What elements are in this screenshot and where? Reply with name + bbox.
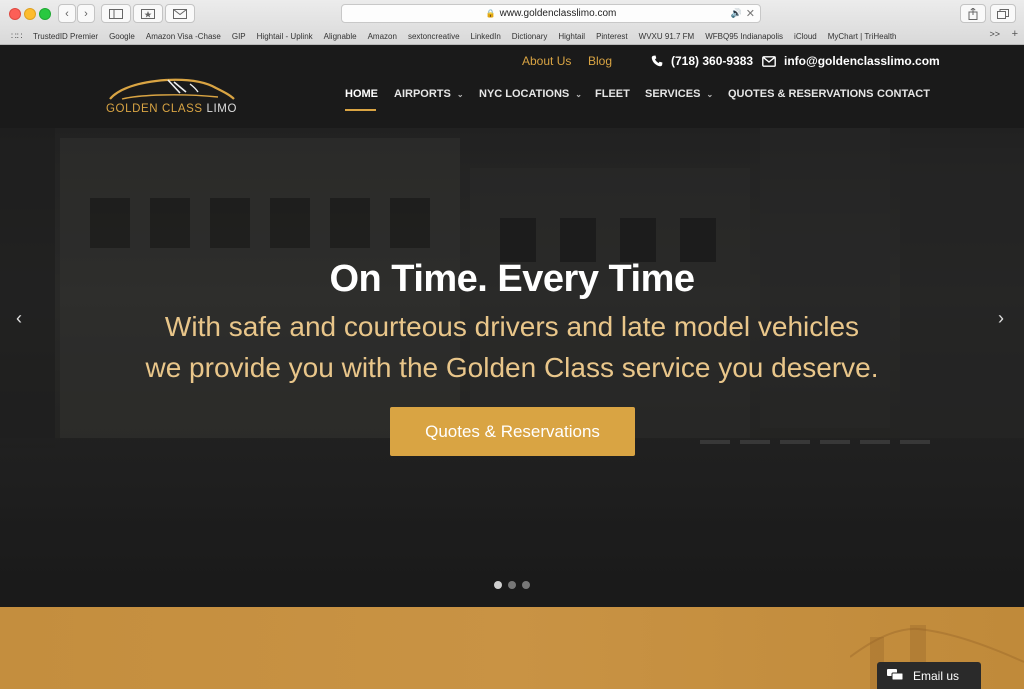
about-us-link[interactable]: About Us: [522, 54, 571, 68]
address-bar[interactable]: 🔒 www.goldenclasslimo.com 🔊 ✕: [341, 4, 761, 23]
bookmark-item[interactable]: WVXU 91.7 FM: [639, 32, 695, 41]
chevron-right-icon: ›: [84, 7, 88, 20]
nav-nyc-locations-label: NYC LOCATIONS: [479, 88, 570, 100]
hero-title: On Time. Every Time: [329, 258, 695, 300]
chevron-down-icon: ⌄: [456, 89, 464, 99]
site-header: About Us Blog (718) 360-9383 info@golden…: [0, 45, 1024, 128]
chevron-down-icon: ⌄: [575, 89, 582, 99]
phone-contact[interactable]: (718) 360-9383: [651, 54, 753, 68]
slider-next-arrow[interactable]: ›: [998, 308, 1004, 329]
bookmark-item[interactable]: GIP: [232, 32, 246, 41]
lock-icon: 🔒: [485, 9, 496, 18]
email-us-label: Email us: [913, 668, 960, 683]
bookmark-item[interactable]: iCloud: [794, 32, 817, 41]
chevron-down-icon: ⌄: [706, 89, 714, 99]
bookmark-item[interactable]: Amazon Visa -Chase: [146, 32, 221, 41]
nav-airports[interactable]: AIRPORTS ⌄: [394, 88, 464, 100]
nav-services-label: SERVICES: [645, 88, 701, 100]
sidebar-icon: [109, 8, 123, 19]
nav-nyc-locations[interactable]: NYC LOCATIONS ⌄: [479, 88, 582, 100]
forward-button[interactable]: ›: [77, 4, 95, 23]
gold-section-band: [0, 607, 1024, 689]
stop-loading-icon[interactable]: ✕: [746, 7, 755, 20]
bookmark-item[interactable]: Pinterest: [596, 32, 628, 41]
bookmark-item[interactable]: WFBQ95 Indianapolis: [705, 32, 783, 41]
top-sites-button[interactable]: [133, 4, 163, 23]
bookmark-item[interactable]: LinkedIn: [471, 32, 501, 41]
close-window-button[interactable]: [9, 8, 21, 20]
chat-icon: [887, 669, 903, 681]
new-tab-button[interactable]: +: [1012, 28, 1018, 40]
nav-services[interactable]: SERVICES ⌄: [645, 88, 713, 100]
speaker-icon[interactable]: 🔊: [731, 8, 742, 19]
logo-wordmark: GOLDEN CLASS LIMO: [106, 103, 237, 115]
bookmark-item[interactable]: sextoncreative: [408, 32, 460, 41]
logo[interactable]: GOLDEN CLASS LIMO: [106, 75, 236, 120]
browser-toolbar: ‹ › 🔒 www.goldenclasslimo.com 🔊 ✕: [0, 0, 1024, 27]
bookmark-item[interactable]: TrustedID Premier: [33, 32, 98, 41]
logo-text-gold: GOLDEN CLASS: [106, 103, 203, 115]
hero-slider: On Time. Every Time With safe and courte…: [0, 128, 1024, 607]
phone-number: (718) 360-9383: [671, 54, 754, 68]
slider-pagination: [494, 581, 536, 589]
share-icon: [968, 7, 978, 20]
nav-fleet[interactable]: FLEET: [595, 88, 630, 100]
zoom-window-button[interactable]: [39, 8, 51, 20]
nav-home[interactable]: HOME: [345, 88, 378, 100]
star-icon: [141, 8, 155, 19]
mail-icon: [173, 8, 187, 19]
nav-contact[interactable]: CONTACT: [877, 88, 930, 100]
bookmark-item[interactable]: Amazon: [368, 32, 397, 41]
nav-active-underline: [345, 109, 376, 111]
chevron-left-icon: ‹: [65, 7, 69, 20]
bookmark-item[interactable]: Hightail - Uplink: [257, 32, 313, 41]
apps-grid-icon[interactable]: ∷∷: [11, 31, 25, 42]
show-tabs-button[interactable]: [990, 4, 1016, 23]
bookmark-item[interactable]: Google: [109, 32, 135, 41]
nav-airports-label: AIRPORTS: [394, 88, 451, 100]
tabs-icon: [997, 8, 1009, 19]
bookmark-item[interactable]: MyChart | TriHealth: [828, 32, 897, 41]
phone-icon: [651, 55, 663, 67]
quotes-reservations-button[interactable]: Quotes & Reservations: [390, 407, 635, 456]
url-text: www.goldenclasslimo.com: [499, 8, 617, 19]
more-bookmarks-button[interactable]: >>: [989, 29, 1000, 39]
browser-chrome: ‹ › 🔒 www.goldenclasslimo.com 🔊 ✕ ∷∷ Tru…: [0, 0, 1024, 45]
email-us-button[interactable]: Email us: [877, 662, 981, 689]
slider-dot-1[interactable]: [494, 581, 502, 589]
bookmarks-bar: ∷∷ TrustedID Premier Google Amazon Visa …: [0, 28, 1024, 44]
email-contact[interactable]: info@goldenclasslimo.com: [762, 54, 940, 68]
slider-dot-2[interactable]: [508, 581, 516, 589]
slider-dot-3[interactable]: [522, 581, 530, 589]
hero-subtitle-line-1: With safe and courteous drivers and late…: [164, 311, 860, 342]
slider-prev-arrow[interactable]: ‹: [16, 308, 22, 329]
back-button[interactable]: ‹: [58, 4, 76, 23]
bookmark-item[interactable]: Alignable: [324, 32, 357, 41]
sidebar-button[interactable]: [101, 4, 131, 23]
minimize-window-button[interactable]: [24, 8, 36, 20]
logo-text-white: LIMO: [206, 103, 237, 115]
bookmark-item[interactable]: Dictionary: [512, 32, 548, 41]
share-mail-button[interactable]: [165, 4, 195, 23]
email-address: info@goldenclasslimo.com: [784, 54, 940, 68]
share-button[interactable]: [960, 4, 986, 23]
envelope-icon: [762, 55, 776, 67]
limousine-logo-icon: [109, 78, 235, 100]
hero-subtitle-line-2: we provide you with the Golden Class ser…: [145, 352, 879, 383]
nav-quotes-reservations[interactable]: QUOTES & RESERVATIONS: [728, 88, 873, 100]
bookmark-item[interactable]: Hightail: [558, 32, 585, 41]
blog-link[interactable]: Blog: [588, 54, 612, 68]
